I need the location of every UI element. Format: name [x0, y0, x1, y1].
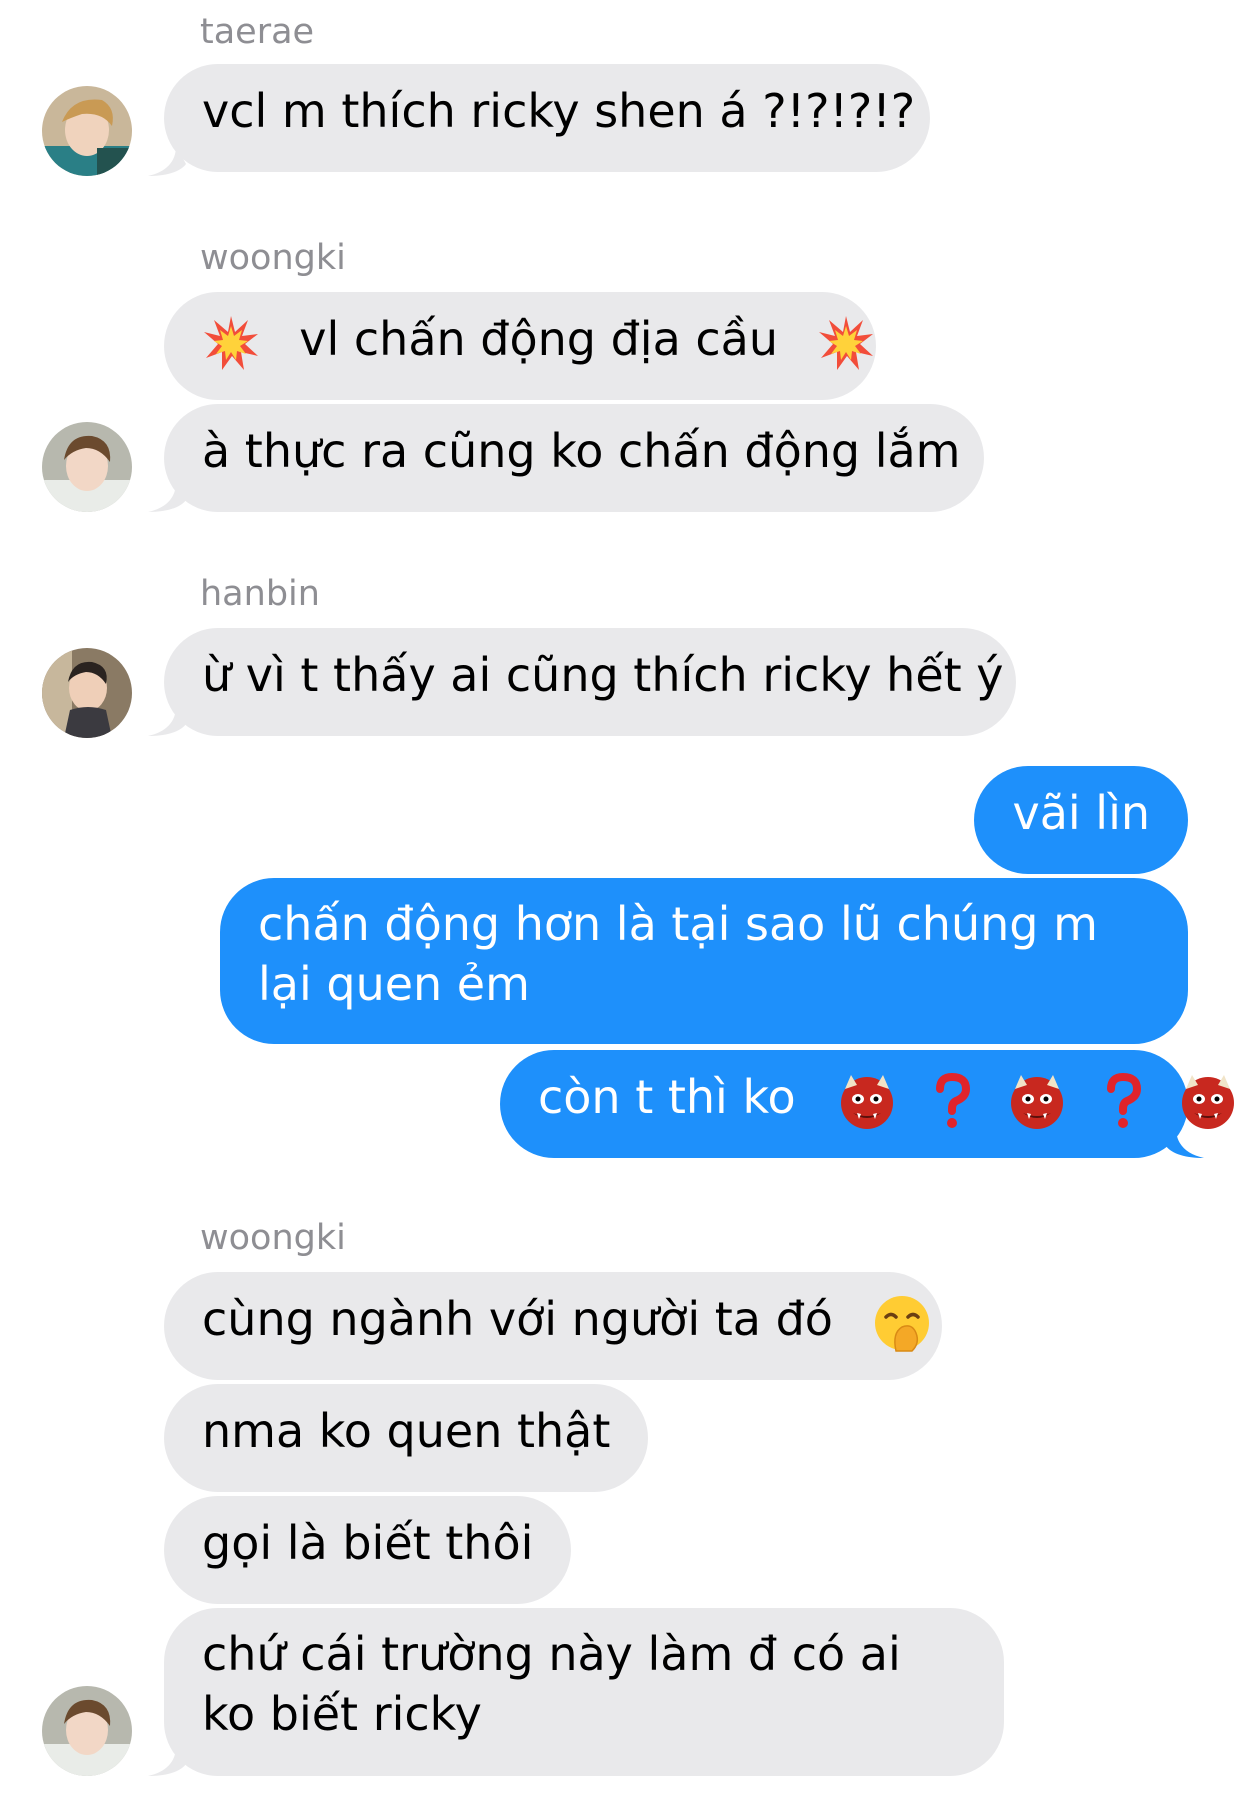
collision-emoji-icon	[817, 314, 875, 372]
avatar[interactable]	[42, 422, 132, 512]
message-bubble[interactable]: ừ vì t thấy ai cũng thích ricky hết ý	[164, 628, 1016, 736]
message-bubble[interactable]: còn t thì ko	[500, 1050, 1234, 1158]
sender-name: hanbin	[200, 574, 320, 614]
message-bubble[interactable]: vcl m thích ricky shen á ?!?!?!?	[164, 64, 930, 172]
avatar[interactable]	[42, 1686, 132, 1776]
message-text: gọi là biết thôi	[202, 1516, 534, 1570]
avatar-photo-woongki	[42, 422, 132, 512]
message-bubble[interactable]: cùng ngành với người ta đó	[164, 1272, 942, 1380]
message-text: vãi lìn	[1012, 786, 1150, 840]
message-bubble[interactable]: vãi lìn	[974, 766, 1188, 874]
message-text: vl chấn động địa cầu	[299, 312, 779, 366]
sender-name: woongki	[200, 238, 346, 278]
avatar[interactable]	[42, 86, 132, 176]
collision-emoji-icon	[202, 314, 260, 372]
bubble-tail	[1166, 1128, 1204, 1158]
bubble-tail	[148, 1746, 186, 1776]
message-text: cùng ngành với người ta đó	[202, 1292, 833, 1346]
avatar-photo-woongki	[42, 1686, 132, 1776]
sender-name: woongki	[200, 1218, 346, 1258]
message-bubble[interactable]: gọi là biết thôi	[164, 1496, 572, 1604]
message-text: chấn động hơn là tại sao lũ chúng m lại …	[258, 897, 1098, 1011]
message-text: ừ vì t thấy ai cũng thích ricky hết ý	[202, 648, 1004, 702]
ogre-emoji-icon	[837, 1071, 897, 1131]
bubble-tail	[148, 706, 186, 736]
ogre-emoji-icon	[1007, 1071, 1067, 1131]
red-question-mark-icon	[1103, 1072, 1143, 1129]
avatar-photo-taerae	[42, 86, 132, 176]
message-text: còn t thì ko	[538, 1070, 796, 1124]
bubble-tail	[148, 146, 186, 176]
message-text: chứ cái trường này làm đ có ai ko biết r…	[202, 1627, 901, 1741]
message-bubble[interactable]: chấn động hơn là tại sao lũ chúng m lại …	[220, 878, 1188, 1044]
red-question-mark-icon	[932, 1072, 972, 1129]
message-text: nma ko quen thật	[202, 1404, 611, 1458]
message-bubble[interactable]: nma ko quen thật	[164, 1384, 649, 1492]
bubble-tail	[148, 482, 186, 512]
message-bubble[interactable]: à thực ra cũng ko chấn động lắm	[164, 404, 984, 512]
message-bubble[interactable]: chứ cái trường này làm đ có ai ko biết r…	[164, 1608, 1004, 1776]
ogre-emoji-icon	[1178, 1071, 1238, 1131]
face-with-hand-over-mouth-emoji-icon	[872, 1293, 932, 1353]
avatar[interactable]	[42, 648, 132, 738]
message-bubble[interactable]: vl chấn động địa cầu	[164, 292, 876, 400]
message-text: vcl m thích ricky shen á ?!?!?!?	[202, 84, 916, 138]
message-text: à thực ra cũng ko chấn động lắm	[202, 424, 961, 478]
avatar-photo-hanbin	[42, 648, 132, 738]
sender-name: taerae	[200, 12, 315, 52]
